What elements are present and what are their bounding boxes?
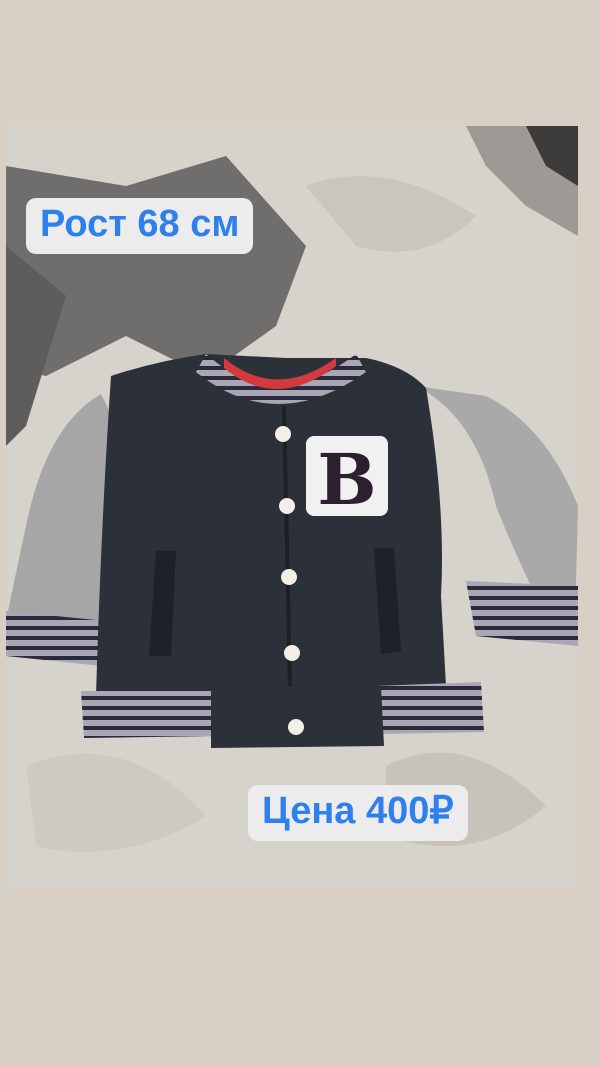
price-label: Цена 400₽ [248,785,468,841]
patch-letter: B [317,438,376,521]
size-label: Рост 68 см [26,198,254,254]
